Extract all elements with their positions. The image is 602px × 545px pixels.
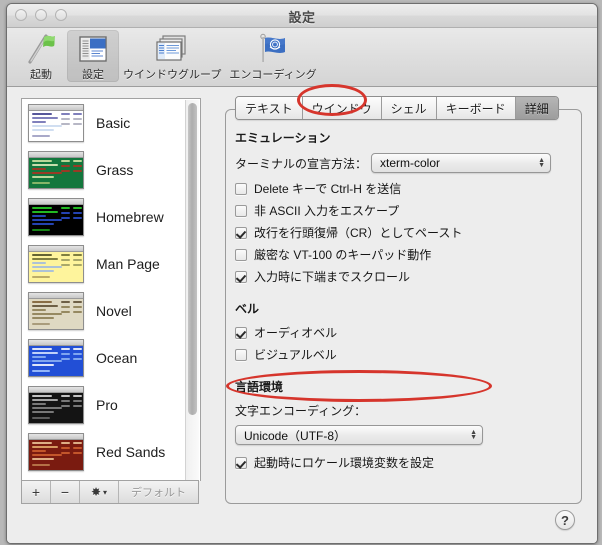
advanced-panel: エミュレーション ターミナルの宣言方法： xterm-color ▲ ▼ Dele…	[235, 129, 575, 476]
theme-thumbnail	[28, 244, 84, 283]
tab-window[interactable]: ウインドウ	[302, 97, 382, 119]
list-item[interactable]: Novel	[22, 287, 200, 334]
encoding-label: 文字エンコーディング：	[235, 404, 367, 418]
toolbar-label-encoding: エンコーディング	[229, 69, 317, 81]
chevron-updown-icon: ▲ ▼	[470, 429, 477, 441]
theme-name: Pro	[96, 396, 118, 413]
tab-text[interactable]: テキスト	[236, 97, 303, 119]
sidebar-scrollbar[interactable]	[185, 100, 199, 480]
checkbox-row-set-locale-env[interactable]: 起動時にロケール環境変数を設定	[235, 454, 575, 471]
theme-list[interactable]: Basic Grass Homebrew Man Page Novel Ocea…	[21, 98, 201, 481]
content-area: Basic Grass Homebrew Man Page Novel Ocea…	[7, 84, 597, 543]
checkbox-label-paste-newline-as-cr: 改行を行頭復帰（CR）としてペースト	[254, 226, 463, 240]
theme-name: Ocean	[96, 349, 138, 366]
chevron-updown-icon: ▲ ▼	[538, 157, 546, 169]
tab-advanced[interactable]: 詳細	[515, 97, 558, 119]
terminal-declaration-label: ターミナルの宣言方法：	[235, 156, 368, 171]
checkbox-scroll-to-bottom[interactable]	[235, 270, 247, 283]
un-flag-icon	[256, 32, 290, 64]
theme-name: Basic	[96, 114, 131, 131]
theme-thumbnail	[28, 197, 84, 236]
gear-icon: ✸	[90, 485, 102, 499]
checkbox-label-scroll-to-bottom: 入力時に下端までスクロール	[254, 270, 411, 284]
flag-icon	[24, 32, 58, 64]
checkbox-row-escape-non-ascii[interactable]: 非 ASCII 入力をエスケープ	[235, 202, 575, 219]
toolbar-label-settings: 設定	[82, 69, 104, 81]
list-item[interactable]: Red Sands	[22, 428, 200, 475]
section-spacer-bell	[235, 290, 575, 300]
terminal-declaration-dropdown[interactable]: xterm-color ▲ ▼	[371, 153, 552, 173]
list-item[interactable]: Grass	[22, 146, 200, 193]
toolbar-item-encoding[interactable]: エンコーディング	[225, 30, 320, 82]
section-spacer-language	[235, 368, 575, 378]
checkbox-set-locale-env[interactable]	[235, 456, 247, 469]
window-stack-icon	[155, 32, 189, 64]
tab-shell[interactable]: シェル	[381, 97, 437, 119]
help-button[interactable]: ?	[555, 510, 575, 530]
theme-thumbnail	[28, 291, 84, 330]
checkbox-visual-bell[interactable]	[235, 348, 247, 361]
checkbox-label-delete-ctrl-h: Delete キーで Ctrl-H を送信	[254, 182, 402, 196]
remove-theme-button[interactable]: −	[51, 481, 80, 503]
theme-name: Novel	[96, 302, 132, 319]
theme-thumbnail	[28, 103, 84, 142]
tab-bar: テキスト ウインドウ シェル キーボード 詳細	[235, 96, 559, 120]
toolbar-label-window-groups: ウインドウグループ	[123, 69, 222, 81]
encoding-dropdown[interactable]: Unicode（UTF-8） ▲ ▼	[235, 425, 483, 445]
checkbox-row-audible-bell[interactable]: オーディオベル	[235, 324, 575, 341]
list-item[interactable]: Pro	[22, 381, 200, 428]
toolbar-item-settings[interactable]: 設定	[67, 30, 119, 82]
checkbox-row-visual-bell[interactable]: ビジュアルベル	[235, 346, 575, 363]
set-default-button[interactable]: デフォルト	[119, 481, 198, 503]
window-title: 設定	[288, 10, 316, 25]
title-bar: 設定	[7, 4, 597, 28]
list-item[interactable]: Man Page	[22, 240, 200, 287]
toolbar-item-startup[interactable]: 起動	[15, 30, 67, 82]
theme-list-toolbar: + − ✸ ▾ デフォルト	[21, 480, 199, 504]
bell-heading: ベル	[235, 302, 260, 316]
theme-thumbnail	[28, 338, 84, 377]
checkbox-label-audible-bell: オーディオベル	[254, 326, 338, 340]
checkbox-row-paste-newline-as-cr[interactable]: 改行を行頭復帰（CR）としてペースト	[235, 224, 575, 241]
theme-actions-menu-button[interactable]: ✸ ▾	[80, 481, 119, 503]
theme-name: Grass	[96, 161, 134, 178]
theme-name: Homebrew	[96, 208, 164, 225]
checkbox-label-escape-non-ascii: 非 ASCII 入力をエスケープ	[254, 204, 400, 218]
checkbox-escape-non-ascii[interactable]	[235, 204, 247, 217]
list-item[interactable]: Ocean	[22, 334, 200, 381]
preferences-window: 設定 起動 設定 ウインドウグループ エンコーディング Basic Grass …	[6, 3, 598, 544]
theme-thumbnail	[28, 150, 84, 189]
checkbox-row-strict-vt100[interactable]: 厳密な VT-100 のキーパッド動作	[235, 246, 575, 263]
list-item[interactable]: Basic	[22, 99, 200, 146]
checkbox-label-set-locale-env: 起動時にロケール環境変数を設定	[254, 456, 435, 470]
tab-keyboard[interactable]: キーボード	[436, 97, 516, 119]
checkbox-label-strict-vt100: 厳密な VT-100 のキーパッド動作	[254, 248, 432, 262]
checkbox-label-visual-bell: ビジュアルベル	[254, 348, 337, 362]
checkbox-delete-ctrl-h[interactable]	[235, 182, 247, 195]
toolbar: 起動 設定 ウインドウグループ エンコーディング	[7, 28, 597, 87]
terminal-declaration-row: ターミナルの宣言方法： xterm-color ▲ ▼	[235, 153, 575, 173]
terminal-window-icon	[76, 32, 110, 64]
list-item[interactable]: Homebrew	[22, 193, 200, 240]
theme-thumbnail	[28, 432, 84, 471]
encoding-value: Unicode（UTF-8）	[244, 428, 347, 443]
language-heading: 言語環境	[235, 380, 284, 394]
toolbar-label-startup: 起動	[30, 69, 52, 81]
emulation-heading: エミュレーション	[235, 131, 331, 145]
checkbox-row-scroll-to-bottom[interactable]: 入力時に下端までスクロール	[235, 268, 575, 285]
terminal-declaration-value: xterm-color	[380, 156, 441, 170]
theme-name: Man Page	[96, 255, 160, 272]
checkbox-strict-vt100[interactable]	[235, 248, 247, 261]
toolbar-item-window-groups[interactable]: ウインドウグループ	[119, 30, 225, 82]
theme-name: Red Sands	[96, 443, 166, 460]
theme-thumbnail	[28, 385, 84, 424]
sidebar-scrollbar-thumb[interactable]	[188, 103, 197, 415]
checkbox-paste-newline-as-cr[interactable]	[235, 226, 247, 239]
chevron-down-icon: ▾	[103, 487, 108, 497]
checkbox-audible-bell[interactable]	[235, 326, 247, 339]
add-theme-button[interactable]: +	[22, 481, 51, 503]
checkbox-row-delete-ctrl-h[interactable]: Delete キーで Ctrl-H を送信	[235, 180, 575, 197]
